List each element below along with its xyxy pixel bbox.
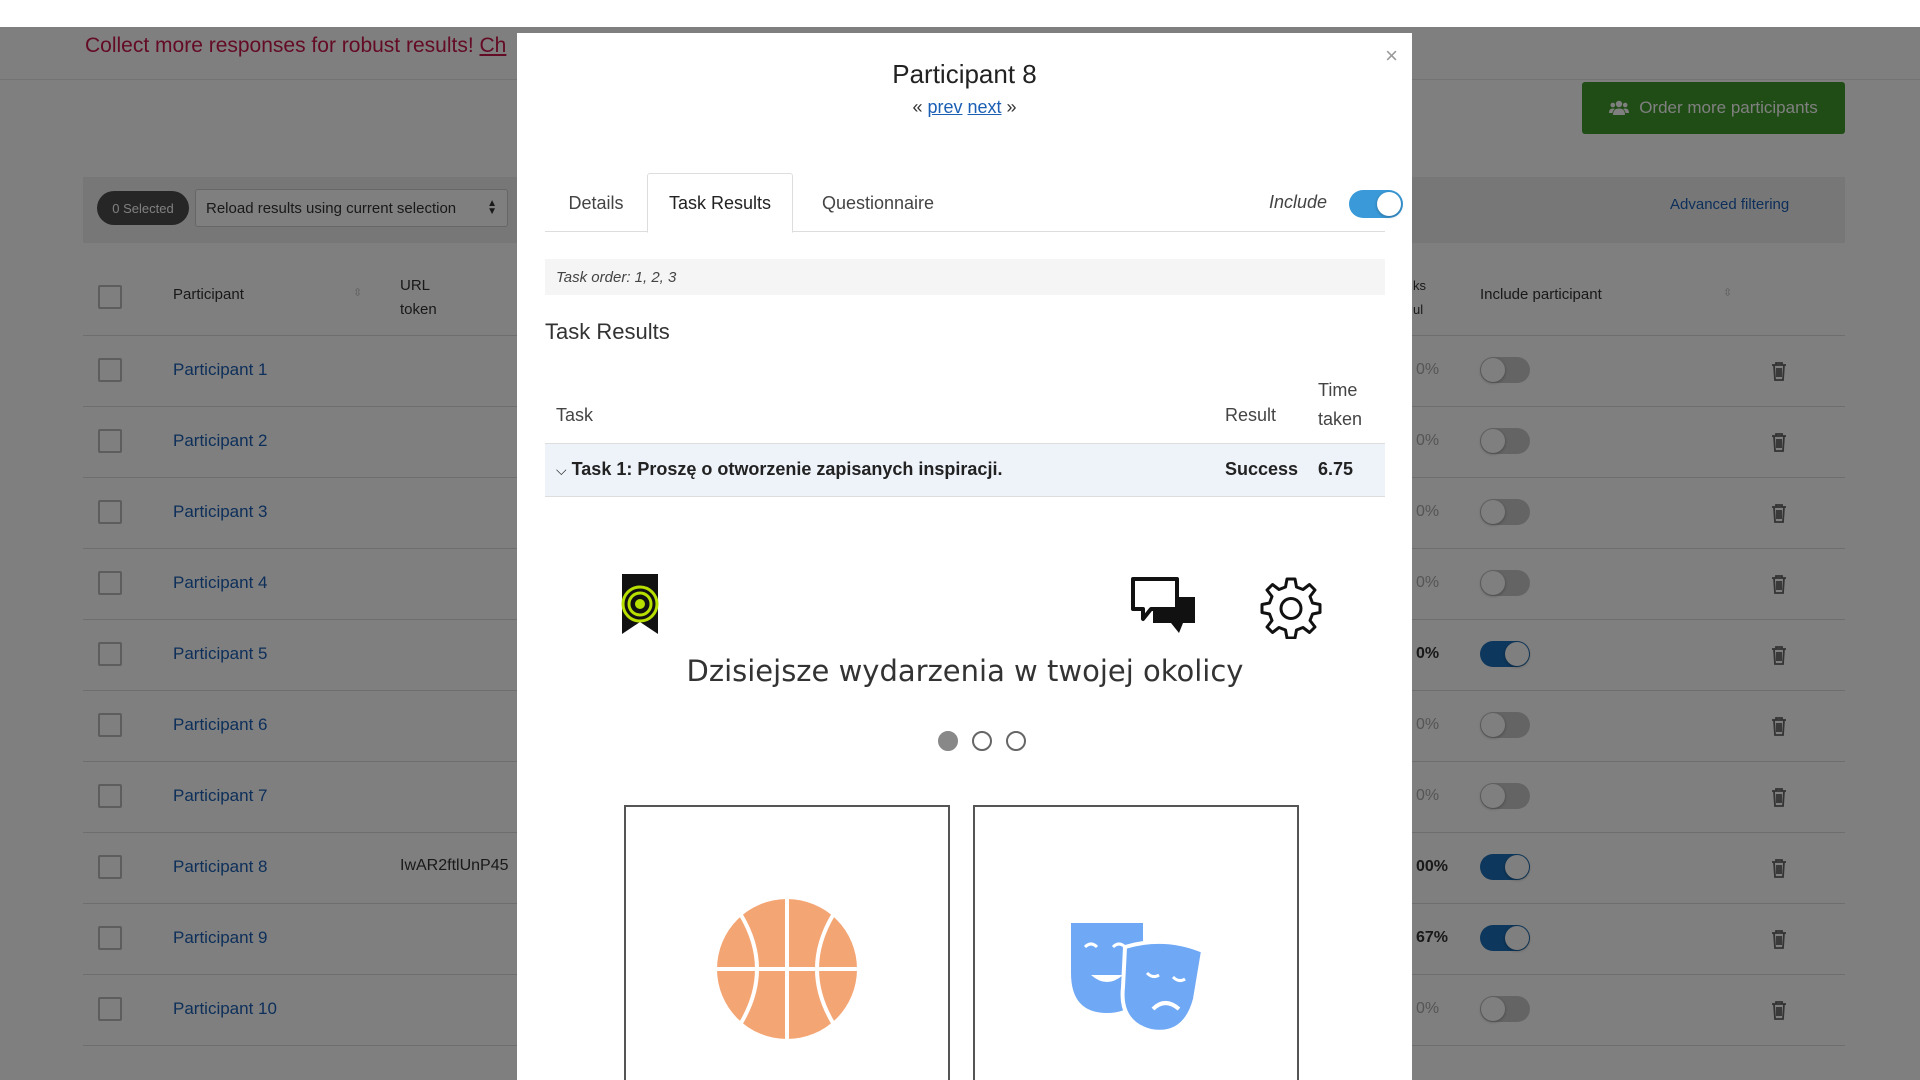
carousel-dot[interactable] — [1006, 731, 1026, 751]
include-toggle[interactable] — [1349, 190, 1403, 218]
basketball-icon — [717, 899, 857, 1039]
task-name-cell: ⌵ Task 1: Proszę o otworzenie zapisanych… — [556, 459, 1002, 480]
prev-participant-link[interactable]: prev — [927, 97, 962, 117]
task-time: 6.75 — [1318, 459, 1354, 479]
participant-modal: × Participant 8 « prev next » Details Ta… — [517, 33, 1412, 1080]
column-result: Result — [1225, 405, 1277, 425]
carousel-dot[interactable] — [938, 731, 958, 751]
event-card[interactable] — [624, 805, 950, 1080]
modal-title: Participant 8 — [892, 59, 1037, 89]
next-participant-link[interactable]: next — [968, 97, 1002, 117]
include-label: Include — [1269, 192, 1328, 212]
task-result: Success — [1225, 459, 1299, 479]
task-name: Task 1: Proszę o otworzenie zapisanych i… — [571, 459, 1003, 479]
prev-arrow: « — [912, 97, 923, 117]
preview-title: Dzisiejsze wydarzenia w twojej okolicy — [686, 654, 1244, 688]
next-arrow: » — [1006, 97, 1017, 117]
tab-details[interactable]: Details — [545, 173, 647, 233]
column-time-taken: Time taken — [1318, 380, 1363, 429]
task-results-heading: Task Results — [545, 319, 670, 344]
tab-questionnaire[interactable]: Questionnaire — [793, 173, 963, 233]
task-order: Task order: 1, 2, 3 — [545, 259, 1385, 295]
task-row[interactable]: ⌵ Task 1: Proszę o otworzenie zapisanych… — [545, 443, 1385, 497]
participant-pager: « prev next » — [517, 97, 1412, 118]
modal-tabs: Details Task Results Questionnaire Inclu… — [545, 173, 1403, 233]
chevron-down-icon[interactable]: ⌵ — [556, 462, 567, 478]
tab-task-results[interactable]: Task Results — [647, 173, 793, 233]
column-task: Task — [556, 405, 594, 425]
carousel-dot[interactable] — [972, 731, 992, 751]
theater-masks-icon — [1071, 923, 1206, 1034]
gear-icon — [1260, 577, 1322, 639]
event-card[interactable] — [973, 805, 1299, 1080]
chat-bubbles-icon — [1131, 577, 1195, 633]
bookmark-target-icon — [621, 574, 659, 634]
task-screenshot-preview: Dzisiejsze wydarzenia w twojej okolicy — [545, 497, 1385, 1080]
toggle-knob — [1377, 192, 1401, 216]
